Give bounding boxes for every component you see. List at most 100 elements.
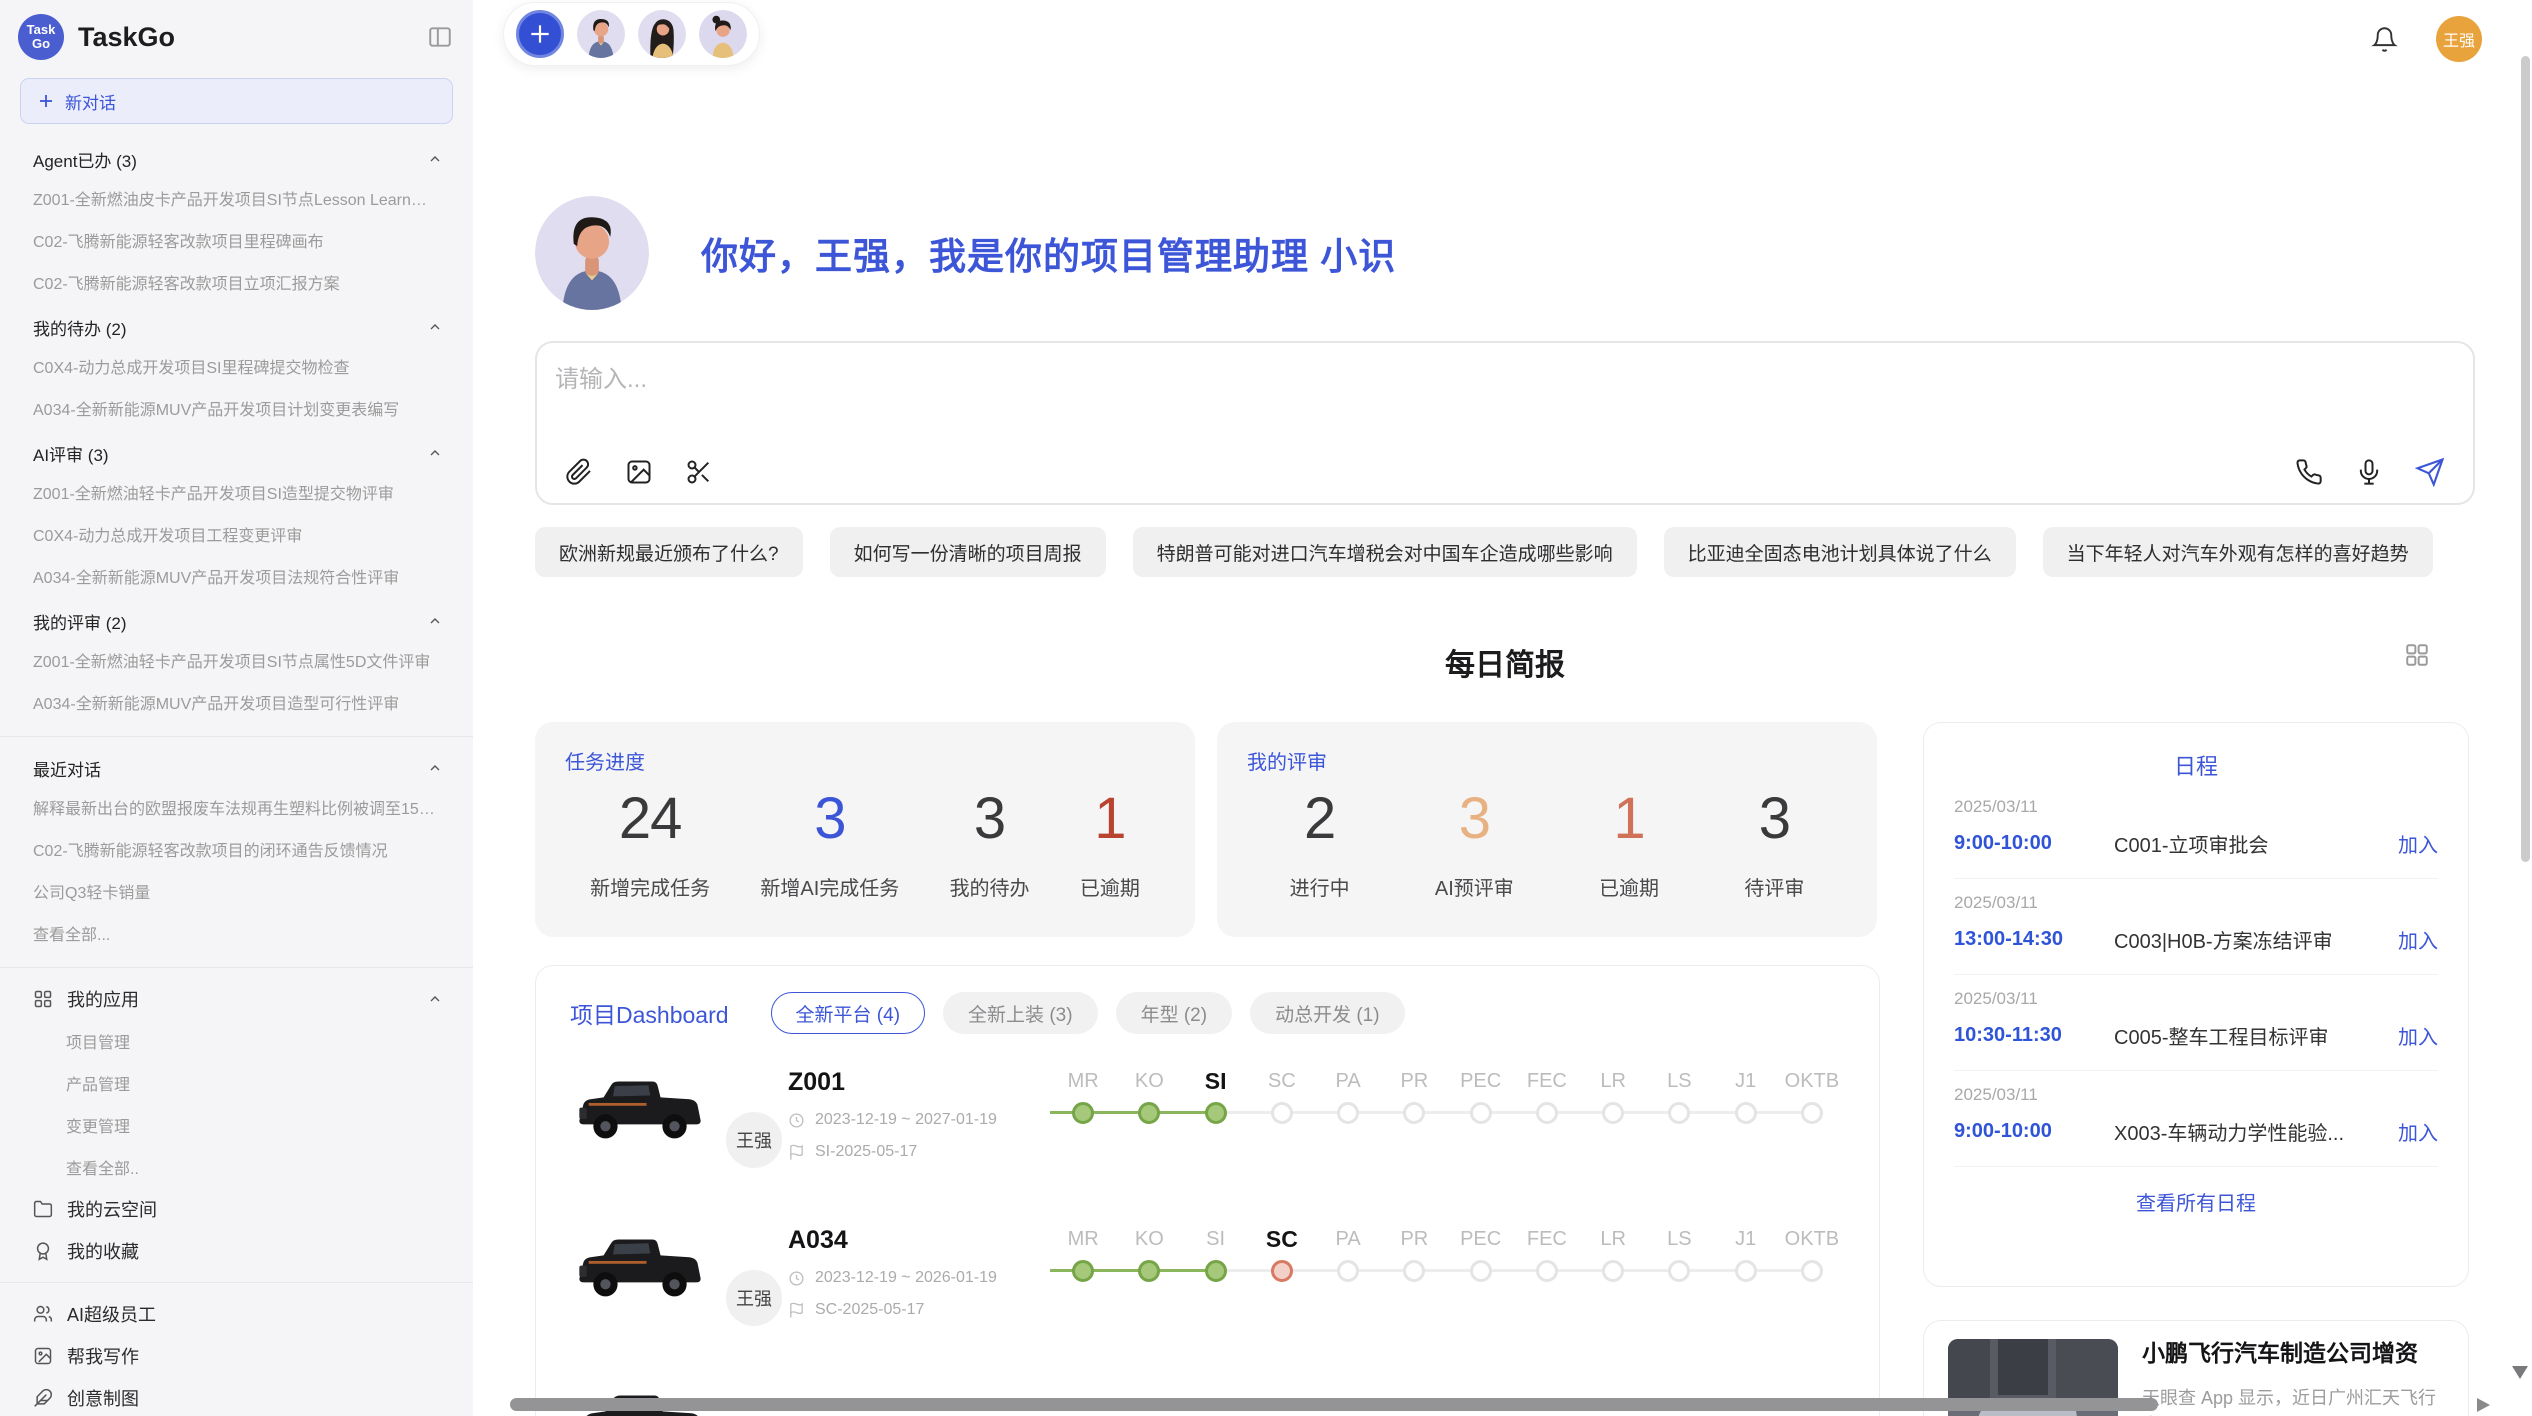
milestone-label: LS <box>1646 1064 1712 1098</box>
app-item[interactable]: 项目管理 <box>0 1020 473 1062</box>
recent-conversation-item[interactable]: 公司Q3轻卡销量 <box>0 873 473 915</box>
sidebar-section-header[interactable]: 我的待办 (2) <box>0 306 473 348</box>
sidebar-item-help-write[interactable]: 帮我写作 <box>0 1335 473 1377</box>
sidebar-item[interactable]: C02-飞腾新能源轻客改款项目立项汇报方案 <box>0 264 473 306</box>
join-link[interactable]: 加入 <box>2398 1021 2438 1050</box>
sidebar-section-header[interactable]: AI评审 (3) <box>0 432 473 474</box>
vertical-scrollbar[interactable] <box>2521 56 2530 862</box>
stat: 2 进行中 <box>1290 785 1350 901</box>
female-avatar-illustration <box>638 10 686 58</box>
sidebar-item[interactable]: C02-飞腾新能源轻客改款项目里程碑画布 <box>0 222 473 264</box>
stat-label: 我的待办 <box>950 872 1030 901</box>
schedule-time: 9:00-10:00 <box>1954 1120 2114 1143</box>
app-logo: Task Go <box>18 14 64 60</box>
schedule-item: 2025/03/11 9:00-10:00 X003-车辆动力学性能验... 加… <box>1954 1071 2438 1167</box>
voice-call-button[interactable] <box>2295 458 2323 486</box>
app-item[interactable]: 变更管理 <box>0 1104 473 1146</box>
sidebar-item[interactable]: A034-全新新能源MUV产品开发项目法规符合性评审 <box>0 558 473 600</box>
recent-conversation-item[interactable]: 解释最新出台的欧盟报废车法规再生塑料比例被调至15%... <box>0 789 473 831</box>
milestone: PEC <box>1448 1222 1514 1350</box>
image-upload-button[interactable] <box>625 458 653 486</box>
send-button[interactable] <box>2415 457 2445 487</box>
agent-avatar-1[interactable] <box>577 10 625 58</box>
join-link[interactable]: 加入 <box>2398 1117 2438 1146</box>
suggestion-chip[interactable]: 特朗普可能对进口汽车增税会对中国车企造成哪些影响 <box>1133 527 1637 577</box>
sidebar-item-favorites[interactable]: 我的收藏 <box>0 1230 473 1272</box>
stat-cards: 任务进度 24 新增完成任务 3 新增AI完成任务 <box>535 722 1877 937</box>
sidebar-item-cloud-space[interactable]: 我的云空间 <box>0 1188 473 1230</box>
agent-avatar-3[interactable] <box>699 10 747 58</box>
sidebar-item-ai-staff[interactable]: AI超级员工 <box>0 1293 473 1335</box>
suggestion-chip[interactable]: 比亚迪全固态电池计划具体说了什么 <box>1664 527 2016 577</box>
app-item[interactable]: 产品管理 <box>0 1062 473 1104</box>
microphone-button[interactable] <box>2355 458 2383 486</box>
chevron-up-icon <box>427 613 443 629</box>
attach-button[interactable] <box>565 458 593 486</box>
milestone-dot <box>1205 1102 1227 1124</box>
project-row: 王强 Z001 2023-12-19 ~ 2027-01-19 SI-2025-… <box>570 1062 1845 1192</box>
join-link[interactable]: 加入 <box>2398 925 2438 954</box>
app-item[interactable]: 查看全部.. <box>0 1146 473 1188</box>
view-all-schedule[interactable]: 查看所有日程 <box>1954 1167 2438 1222</box>
sidebar-item[interactable]: Z001-全新燃油轻卡产品开发项目SI造型提交物评审 <box>0 474 473 516</box>
greeting-text: 你好，王强，我是你的项目管理助理 小识 <box>701 226 1396 280</box>
chevron-up-icon <box>427 991 443 1007</box>
suggestion-chip[interactable]: 欧洲新规最近颁布了什么? <box>535 527 803 577</box>
agent-avatar-2[interactable] <box>638 10 686 58</box>
stat-label: 已逾期 <box>1080 872 1140 901</box>
sidebar-section-header[interactable]: Agent已办 (3) <box>0 138 473 180</box>
dashboard-tab[interactable]: 全新平台 (4) <box>771 992 926 1034</box>
sidebar-item[interactable]: A034-全新新能源MUV产品开发项目造型可行性评审 <box>0 684 473 726</box>
female-avatar-illustration <box>699 10 747 58</box>
milestone: SI <box>1183 1222 1249 1350</box>
milestone: KO <box>1116 1222 1182 1350</box>
view-all-conversations[interactable]: 查看全部... <box>0 915 473 957</box>
layout-grid-button[interactable] <box>2404 642 2430 668</box>
dashboard-tab[interactable]: 全新上装 (3) <box>943 992 1098 1034</box>
sidebar-item[interactable]: Z001-全新燃油轻卡产品开发项目SI节点属性5D文件评审 <box>0 642 473 684</box>
milestone-label: OKTB <box>1779 1064 1845 1098</box>
milestone: SI <box>1183 1064 1249 1192</box>
suggestion-chip[interactable]: 如何写一份清晰的项目周报 <box>830 527 1106 577</box>
recent-conversation-item[interactable]: C02-飞腾新能源轻客改款项目的闭环通告反馈情况 <box>0 831 473 873</box>
horizontal-scrollbar[interactable] <box>510 1398 2158 1411</box>
project-code: A034 <box>788 1226 1050 1255</box>
screenshot-button[interactable] <box>685 458 713 486</box>
join-link[interactable]: 加入 <box>2398 829 2438 858</box>
new-chat-button[interactable]: 新对话 <box>20 78 453 124</box>
scroll-right-arrow[interactable] <box>2477 1398 2490 1412</box>
milestone-label: FEC <box>1514 1064 1580 1098</box>
milestone-dot <box>1735 1102 1757 1124</box>
sidebar-item[interactable]: C0X4-动力总成开发项目工程变更评审 <box>0 516 473 558</box>
chat-input-card <box>535 341 2475 505</box>
dashboard-tab[interactable]: 年型 (2) <box>1116 992 1233 1034</box>
schedule-name: C005-整车工程目标评审 <box>2114 1021 2384 1050</box>
new-session-button[interactable] <box>516 10 564 58</box>
recent-conversations-header[interactable]: 最近对话 <box>0 747 473 789</box>
milestone-dot <box>1735 1260 1757 1282</box>
sidebar-item-creative-draw[interactable]: 创意制图 <box>0 1377 473 1416</box>
milestone: SC <box>1249 1222 1315 1350</box>
stat-label: 进行中 <box>1290 872 1350 901</box>
sidebar-my-apps[interactable]: 我的应用 <box>0 978 473 1020</box>
suggestion-chip[interactable]: 当下年轻人对汽车外观有怎样的喜好趋势 <box>2043 527 2433 577</box>
notifications-button[interactable] <box>2371 26 2398 53</box>
sidebar-section-header[interactable]: 我的评审 (2) <box>0 600 473 642</box>
chat-input[interactable] <box>555 359 2155 433</box>
sidebar-item[interactable]: C0X4-动力总成开发项目SI里程碑提交物检查 <box>0 348 473 390</box>
milestone-dot <box>1138 1102 1160 1124</box>
sidebar-collapse-button[interactable] <box>427 24 453 50</box>
stat-card: 任务进度 24 新增完成任务 3 新增AI完成任务 <box>535 722 1195 937</box>
sidebar-item[interactable]: A034-全新新能源MUV产品开发项目计划变更表编写 <box>0 390 473 432</box>
user-avatar[interactable]: 王强 <box>2436 16 2482 62</box>
schedule-list: 2025/03/11 9:00-10:00 C001-立项审批会 加入 2025… <box>1954 783 2438 1167</box>
schedule-date: 2025/03/11 <box>1954 893 2438 913</box>
sidebar-item[interactable]: Z001-全新燃油皮卡产品开发项目SI节点Lesson Learn报告 <box>0 180 473 222</box>
ai-staff-label: AI超级员工 <box>67 1301 156 1327</box>
milestone-label: LS <box>1646 1222 1712 1256</box>
truck-image <box>570 1220 710 1315</box>
dashboard-tab[interactable]: 动总开发 (1) <box>1250 992 1405 1034</box>
male-avatar-illustration <box>577 10 625 58</box>
schedule-date: 2025/03/11 <box>1954 1085 2438 1105</box>
scroll-down-arrow[interactable] <box>2512 1366 2528 1379</box>
